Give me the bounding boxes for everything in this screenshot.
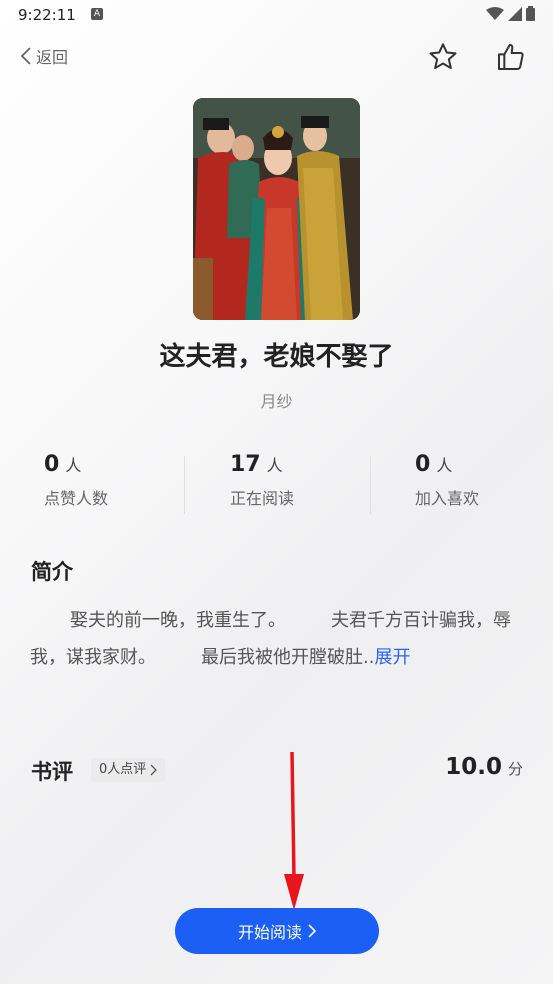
stat-likes: 0人 点赞人数 — [44, 452, 184, 509]
stat-favorites-unit: 人 — [436, 456, 453, 475]
review-count-label: 0人点评 — [99, 762, 147, 777]
thumbs-up-icon — [498, 44, 524, 70]
review-count-button[interactable]: 0人点评 — [91, 758, 166, 782]
start-reading-label: 开始阅读 — [237, 925, 302, 942]
book-title: 这夫君，老娘不娶了 — [159, 342, 394, 372]
stat-likes-unit: 人 — [65, 456, 82, 475]
review-score-value: 10.0 — [445, 754, 502, 780]
chevron-right-icon — [150, 764, 158, 776]
book-author: 月纱 — [260, 392, 293, 411]
status-icons — [486, 6, 535, 21]
expand-link[interactable]: 展开 — [374, 647, 410, 668]
reviews-heading: 书评 — [31, 760, 73, 784]
stat-favorites: 0人 加入喜欢 — [415, 452, 553, 509]
intro-text: 娶夫的前一晚，我重生了。 夫君千方百计骗我，辱我，谋我家财。 最后我被他开膛破肚… — [30, 602, 520, 676]
review-score-unit: 分 — [507, 760, 523, 778]
star-icon — [429, 43, 457, 70]
status-bar: 9:22:11 A — [0, 0, 553, 30]
chevron-right-icon — [308, 924, 316, 938]
back-label: 返回 — [36, 48, 69, 67]
stat-favorites-label: 加入喜欢 — [415, 489, 480, 508]
wifi-icon — [486, 6, 504, 20]
annotation-arrow — [284, 752, 304, 910]
stat-favorites-value: 0 — [415, 452, 431, 477]
review-score: 10.0 分 — [445, 754, 523, 780]
stat-divider — [184, 456, 185, 514]
start-reading-button[interactable]: 开始阅读 — [175, 908, 379, 954]
chevron-left-icon — [20, 47, 31, 65]
status-time: 9:22:11 — [18, 6, 76, 24]
battery-icon — [526, 6, 535, 21]
cover-illustration — [193, 98, 360, 320]
stat-reading: 17 人 正在阅读 — [230, 452, 370, 509]
stat-reading-value: 17 — [230, 452, 261, 477]
stat-divider — [370, 456, 371, 514]
stat-reading-label: 正在阅读 — [230, 489, 295, 508]
favorite-button[interactable] — [426, 40, 460, 74]
book-cover-image — [193, 98, 360, 320]
like-button[interactable] — [494, 40, 528, 74]
stat-likes-label: 点赞人数 — [44, 489, 109, 508]
stat-reading-unit: 人 — [266, 456, 283, 475]
stats-row: 0人 点赞人数 17 人 正在阅读 0人 加入喜欢 — [0, 452, 553, 516]
nav-bar: 返回 — [0, 36, 553, 76]
back-button[interactable]: 返回 — [20, 44, 68, 68]
signal-icon — [508, 6, 522, 21]
intro-body: 娶夫的前一晚，我重生了。 夫君千方百计骗我，辱我，谋我家财。 最后我被他开膛破肚… — [30, 610, 511, 668]
stat-likes-value: 0 — [44, 452, 60, 477]
intro-heading: 简介 — [31, 560, 73, 584]
notification-a-icon: A — [91, 8, 103, 20]
